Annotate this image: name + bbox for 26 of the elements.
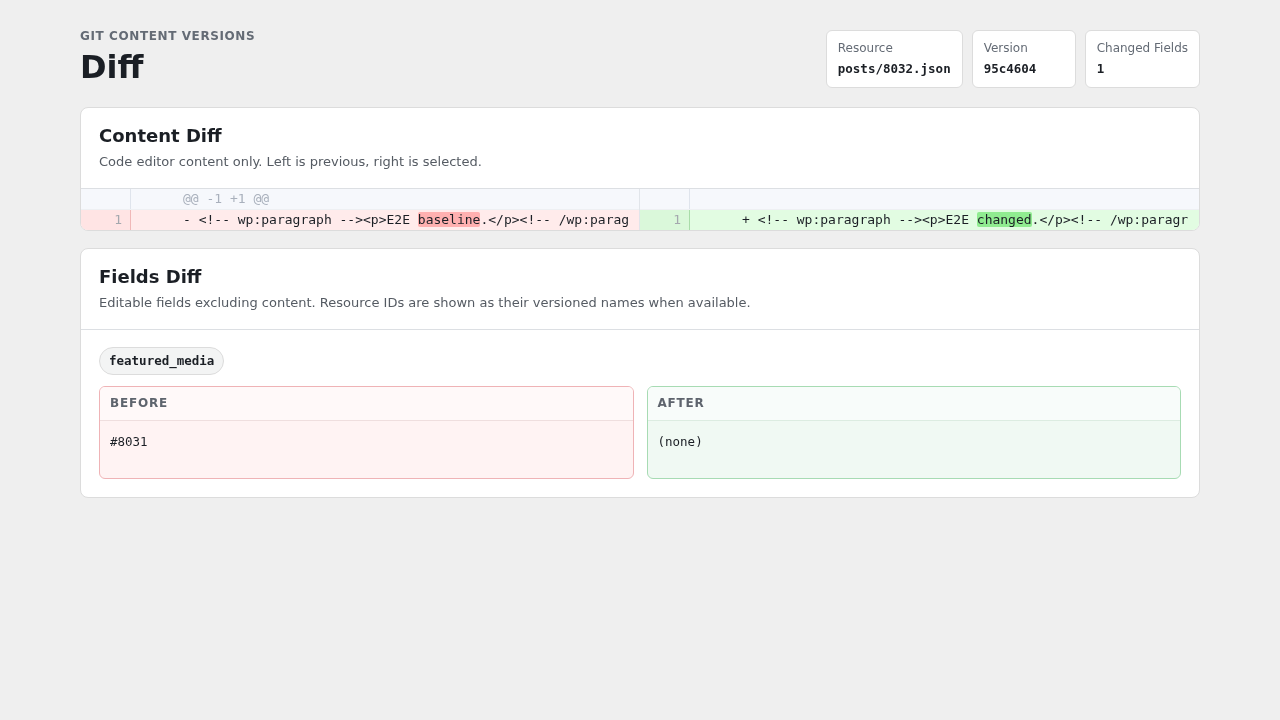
stat-label: Resource — [837, 40, 894, 56]
field-value: (none) — [657, 434, 703, 449]
code-text: + <!-- wp:paragraph --><p>E2E — [742, 212, 970, 227]
line-number: 1 — [81, 210, 131, 230]
card-title: Fields Diff — [99, 266, 203, 288]
field-value: #8031 — [110, 434, 148, 449]
line-number: 1 — [640, 210, 690, 230]
panel-heading: AFTER — [647, 387, 1180, 421]
code-text: .</p><!-- /wp:parag — [480, 212, 630, 227]
page-title: Diff — [80, 48, 144, 86]
stat-value: 1 — [1096, 60, 1106, 78]
code-text: - <!-- wp:paragraph --><p>E2E — [183, 212, 411, 227]
stat-label: Changed Fields — [1096, 40, 1188, 56]
card-description: Code editor content only. Left is previous, right is selected. — [99, 153, 483, 171]
card-description: Editable fields excluding content. Resource IDs are shown as their versioned names when available. — [99, 294, 752, 312]
highlighted-text: baseline — [417, 212, 481, 227]
stat-label: Version — [983, 40, 1029, 56]
page-eyebrow: GIT CONTENT VERSIONS — [80, 28, 256, 44]
card-title: Content Diff — [99, 125, 223, 147]
code-text: .</p><!-- /wp:paragr — [1031, 212, 1189, 227]
panel-heading: BEFORE — [100, 387, 633, 421]
stat-value: posts/8032.json — [837, 60, 951, 78]
highlighted-text: changed — [976, 212, 1032, 227]
field-name-tag: featured_media — [99, 347, 225, 375]
stat-value: 95c4604 — [983, 60, 1038, 78]
hunk-header: @@ -1 +1 @@ — [183, 191, 270, 206]
